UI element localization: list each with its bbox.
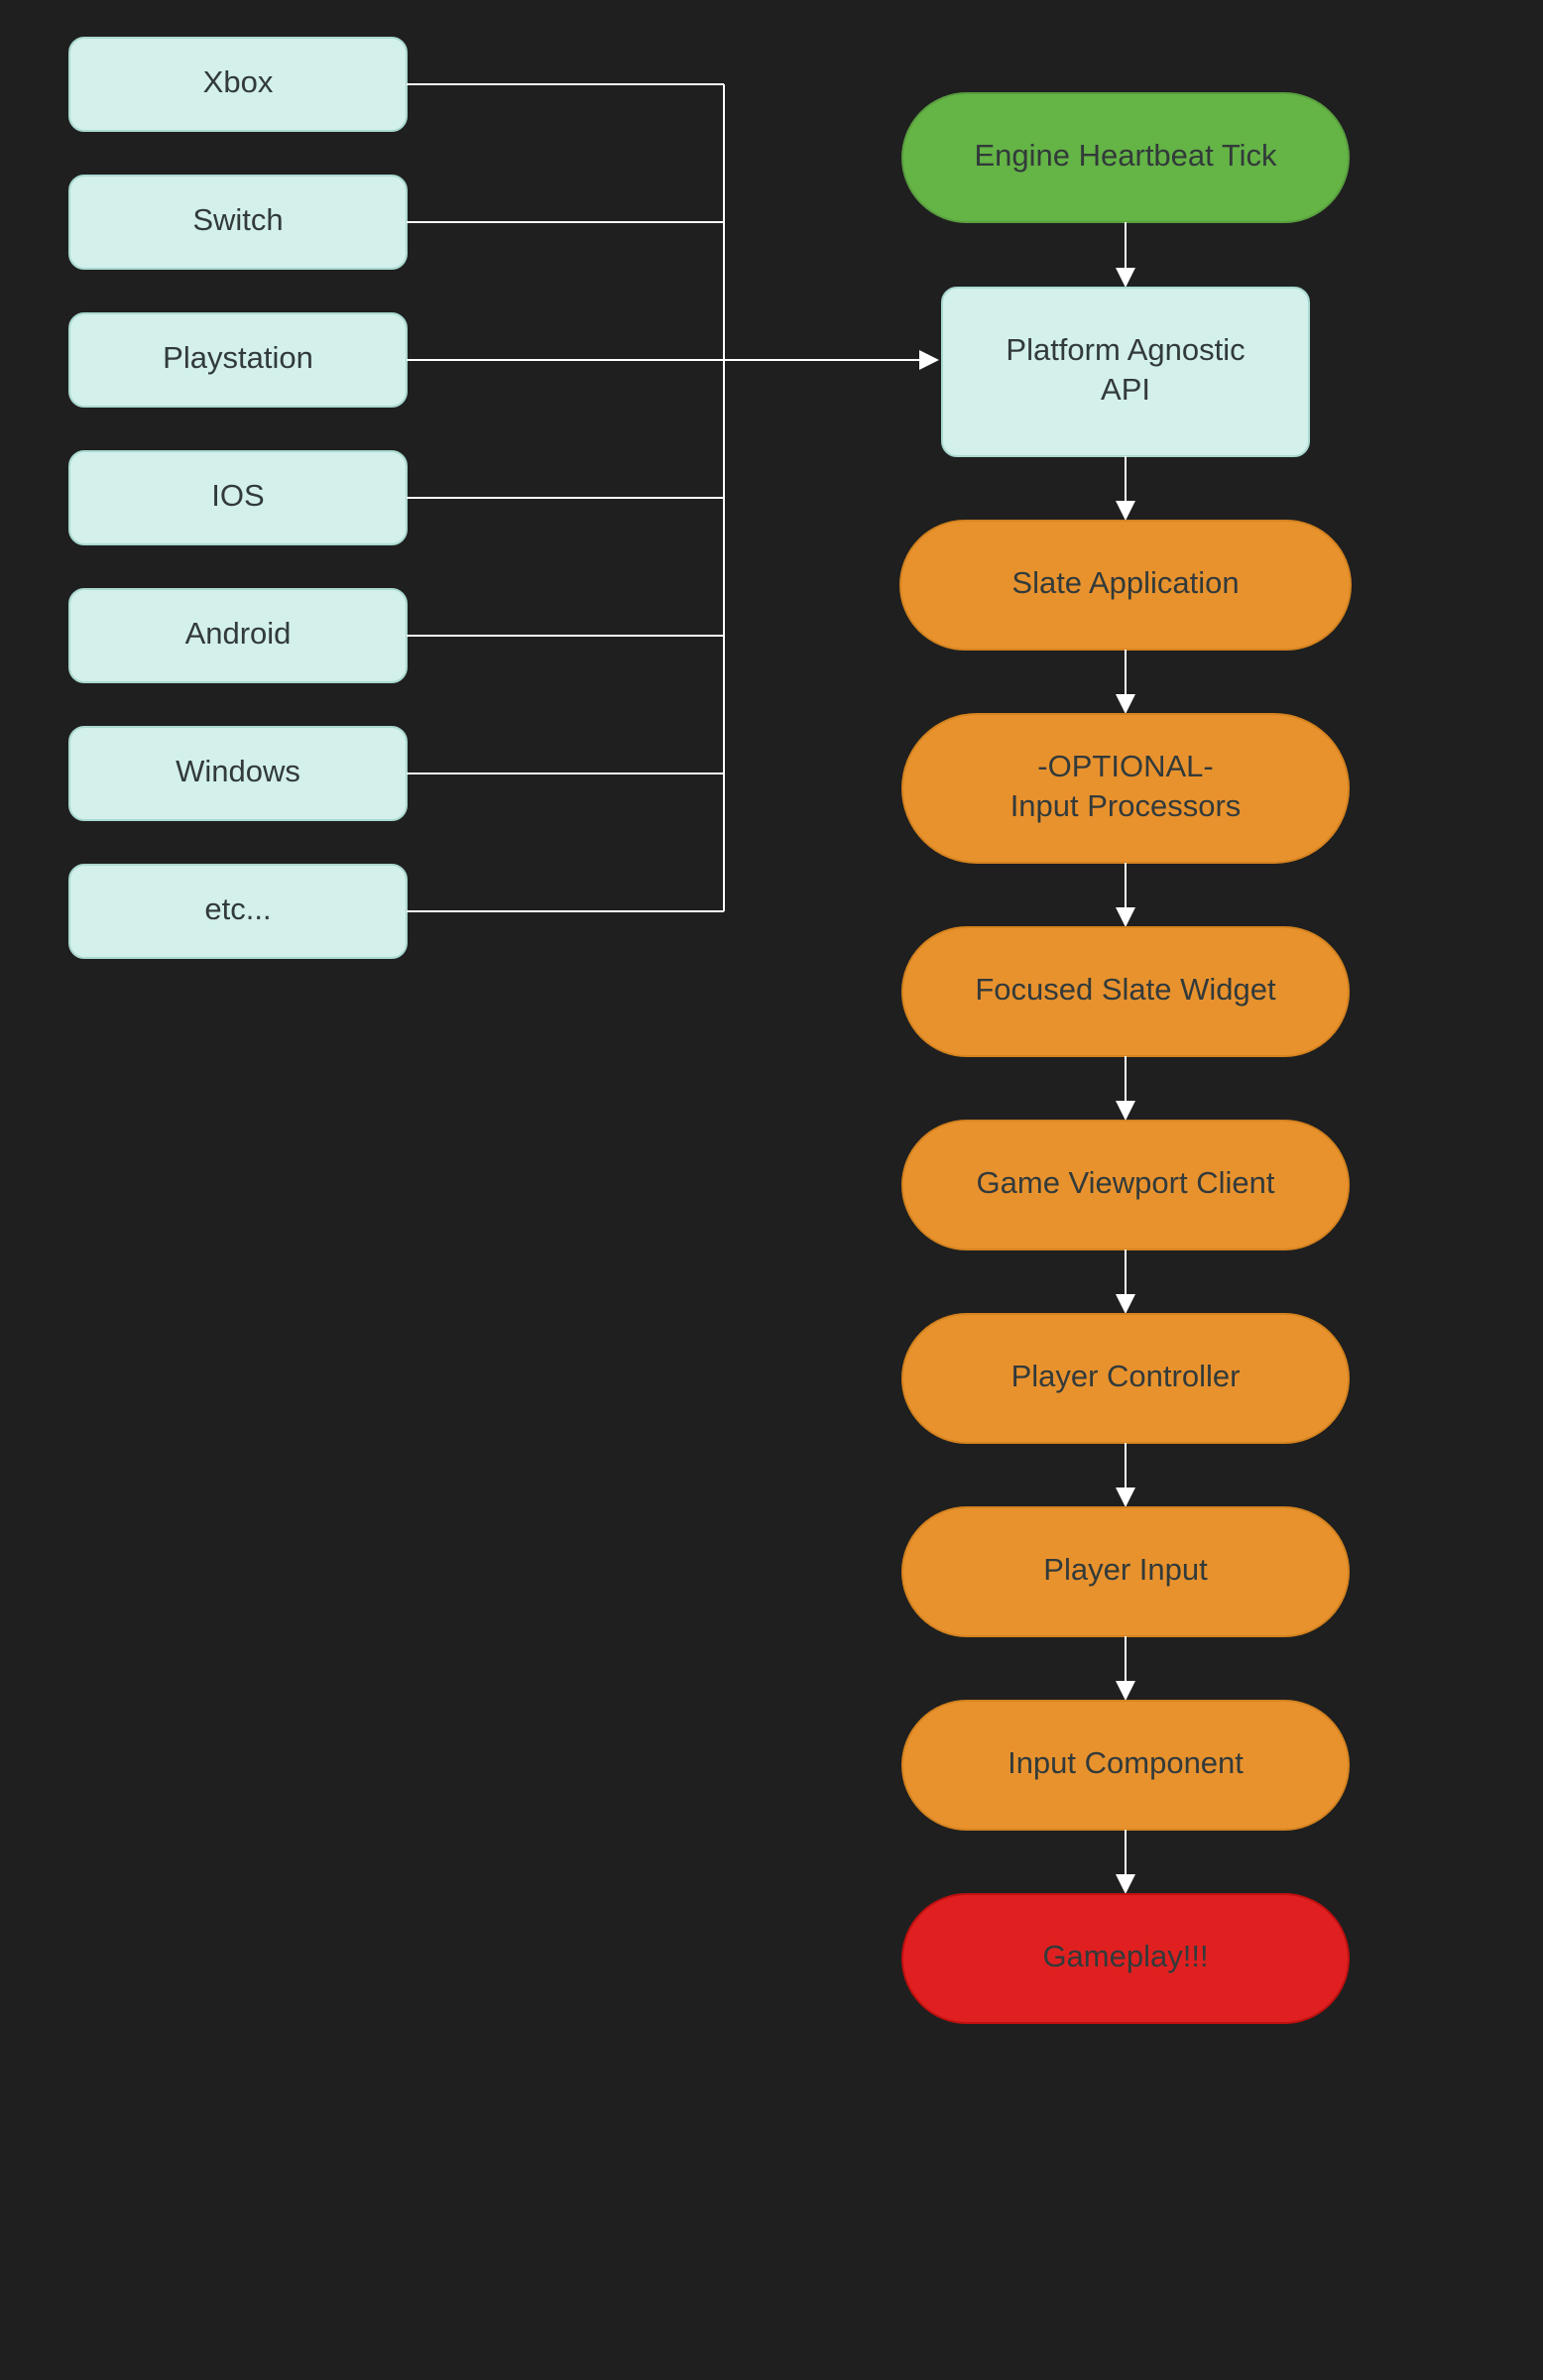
pipeline: Engine Heartbeat Tick Platform Agnostic … — [900, 93, 1351, 2023]
platform-label: etc... — [204, 892, 271, 926]
node-label: Player Input — [1043, 1552, 1208, 1587]
node-label: Input Processors — [1010, 788, 1242, 823]
node-label: Gameplay!!! — [1042, 1939, 1208, 1973]
platform-label: Android — [185, 616, 292, 651]
platform-label: IOS — [211, 478, 264, 513]
platform-label: Xbox — [203, 64, 274, 99]
node-label: Focused Slate Widget — [975, 972, 1276, 1007]
platform-label: Switch — [192, 202, 283, 237]
platform-boxes: Xbox Switch Playstation IOS Android Wind… — [69, 38, 407, 958]
node-label: Slate Application — [1011, 565, 1239, 600]
platform-label: Windows — [176, 754, 300, 788]
node-label: Platform Agnostic — [1006, 332, 1245, 367]
node-label: -OPTIONAL- — [1037, 749, 1213, 783]
platform-label: Playstation — [163, 340, 313, 375]
node-label: Game Viewport Client — [977, 1165, 1275, 1200]
flow-diagram: Xbox Switch Playstation IOS Android Wind… — [0, 0, 1543, 2380]
node-label: API — [1101, 372, 1150, 407]
node-label: Player Controller — [1011, 1359, 1241, 1393]
platform-connectors — [407, 84, 937, 911]
node-label: Engine Heartbeat Tick — [974, 138, 1277, 173]
node-label: Input Component — [1008, 1745, 1244, 1780]
